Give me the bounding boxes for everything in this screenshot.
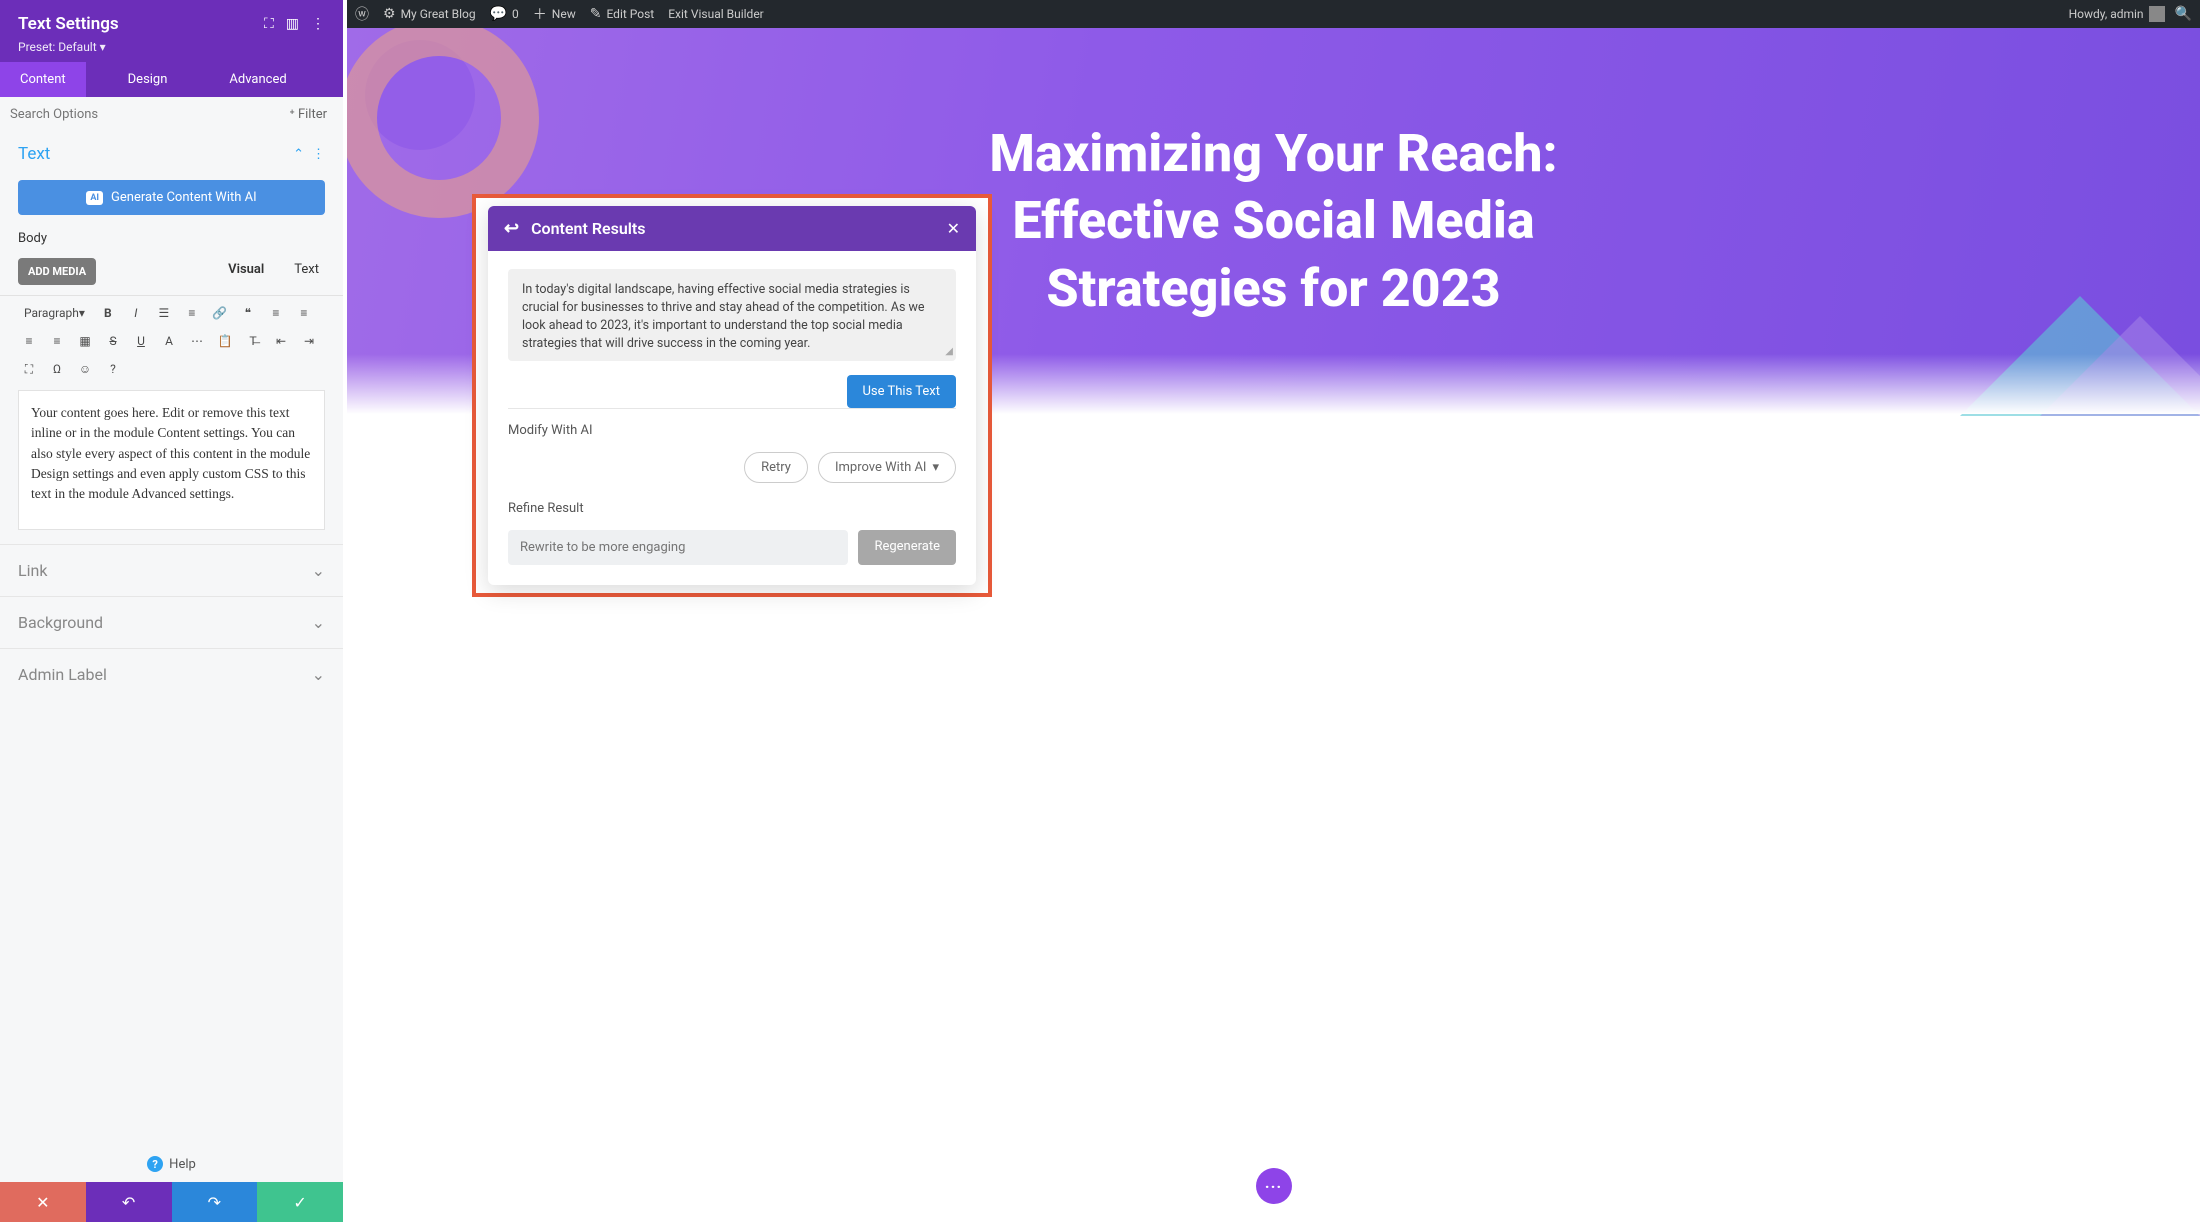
- cancel-button[interactable]: ✕: [0, 1182, 86, 1222]
- clear-format-icon[interactable]: T̶: [242, 330, 264, 352]
- improve-with-ai-button[interactable]: Improve With AI▾: [818, 452, 956, 483]
- panel-header: Text Settings ⛶ ▥ ⋮ Preset: Default ▾: [0, 0, 343, 62]
- save-button[interactable]: ✓: [257, 1182, 343, 1222]
- kebab-icon[interactable]: ⋮: [311, 16, 325, 32]
- accordion-admin-label[interactable]: Admin Label⌄: [0, 648, 343, 700]
- chevron-down-icon: ⌄: [312, 665, 325, 684]
- undo-button[interactable]: ↶: [86, 1182, 172, 1222]
- highlight-frame: ↩ Content Results ✕ In today's digital l…: [472, 194, 992, 597]
- wp-logo[interactable]: ⓦ: [355, 4, 369, 24]
- align-justify-icon[interactable]: ≡: [46, 330, 68, 352]
- section-text-label[interactable]: Text: [18, 144, 50, 164]
- howdy-user[interactable]: Howdy, admin: [2069, 6, 2165, 22]
- number-list-icon[interactable]: ≡: [181, 302, 203, 324]
- link-icon[interactable]: 🔗: [209, 302, 231, 324]
- retry-button[interactable]: Retry: [744, 452, 808, 483]
- avatar: [2149, 6, 2165, 22]
- help-link[interactable]: ?Help: [0, 1146, 343, 1182]
- wp-admin-bar: ⓦ ⚙My Great Blog 💬0 ＋New ✎Edit Post Exit…: [347, 0, 2200, 28]
- panel-tabs: Content Design Advanced: [0, 62, 343, 97]
- italic-icon[interactable]: I: [125, 302, 147, 324]
- exit-visual-builder[interactable]: Exit Visual Builder: [668, 7, 764, 21]
- chevron-down-icon: ⌄: [312, 561, 325, 580]
- hover-icon[interactable]: ⛶: [264, 16, 274, 32]
- edit-post-link[interactable]: ✎Edit Post: [590, 6, 655, 22]
- emoji-icon[interactable]: ☺: [74, 358, 96, 380]
- page-title: Maximizing Your Reach: Effective Social …: [894, 120, 1654, 323]
- page-fab-button[interactable]: ···: [1256, 1168, 1292, 1204]
- site-link[interactable]: ⚙My Great Blog: [383, 6, 476, 22]
- more-icon[interactable]: ⋯: [186, 330, 208, 352]
- content-results-modal: ↩ Content Results ✕ In today's digital l…: [488, 206, 976, 585]
- quote-icon[interactable]: ❝: [237, 302, 259, 324]
- body-label: Body: [0, 227, 343, 250]
- align-center-icon[interactable]: ≡: [293, 302, 315, 324]
- editor-tab-visual[interactable]: Visual: [222, 258, 270, 281]
- text-color-icon[interactable]: A: [158, 330, 180, 352]
- table-icon[interactable]: ▦: [74, 330, 96, 352]
- paste-icon[interactable]: 📋: [214, 330, 236, 352]
- bullet-list-icon[interactable]: ☰: [153, 302, 175, 324]
- close-icon[interactable]: ✕: [947, 219, 960, 238]
- regenerate-button[interactable]: Regenerate: [858, 530, 956, 565]
- special-char-icon[interactable]: Ω: [46, 358, 68, 380]
- search-input[interactable]: [10, 107, 283, 122]
- accordion-link[interactable]: Link⌄: [0, 544, 343, 596]
- underline-icon[interactable]: U: [130, 330, 152, 352]
- refine-input[interactable]: [508, 530, 848, 565]
- decorative-ring: [347, 28, 539, 218]
- ai-badge-icon: AI: [86, 191, 103, 205]
- align-right-icon[interactable]: ≡: [18, 330, 40, 352]
- resize-handle-icon[interactable]: ◢: [945, 345, 953, 360]
- format-select[interactable]: Paragraph ▾: [18, 302, 91, 324]
- preset-selector[interactable]: Preset: Default ▾: [18, 40, 325, 54]
- help-circle-icon: ?: [147, 1156, 163, 1172]
- generated-text-box[interactable]: In today's digital landscape, having eff…: [508, 269, 956, 361]
- bold-icon[interactable]: B: [97, 302, 119, 324]
- responsive-icon[interactable]: ▥: [286, 16, 299, 32]
- new-link[interactable]: ＋New: [533, 4, 576, 24]
- editor-tab-text[interactable]: Text: [288, 258, 325, 281]
- tab-advanced[interactable]: Advanced: [209, 62, 306, 97]
- collapse-icon[interactable]: ⌃: [293, 147, 304, 162]
- add-media-button[interactable]: ADD MEDIA: [18, 258, 96, 285]
- panel-title: Text Settings: [18, 14, 119, 34]
- modal-title: Content Results: [531, 219, 645, 238]
- indent-icon[interactable]: ⇥: [298, 330, 320, 352]
- tab-content[interactable]: Content: [0, 62, 86, 97]
- accordion-background[interactable]: Background⌄: [0, 596, 343, 648]
- redo-button[interactable]: ↷: [172, 1182, 258, 1222]
- chevron-down-icon: ⌄: [312, 613, 325, 632]
- fullscreen-icon[interactable]: ⛶: [18, 358, 40, 380]
- content-editor[interactable]: Your content goes here. Edit or remove t…: [18, 390, 325, 530]
- back-icon[interactable]: ↩: [504, 218, 519, 239]
- generate-ai-button[interactable]: AI Generate Content With AI: [18, 180, 325, 215]
- align-left-icon[interactable]: ≡: [265, 302, 287, 324]
- chevron-down-icon: ▾: [932, 460, 939, 475]
- settings-panel: Text Settings ⛶ ▥ ⋮ Preset: Default ▾ Co…: [0, 0, 343, 1222]
- use-this-text-button[interactable]: Use This Text: [847, 375, 957, 408]
- help-icon[interactable]: ?: [102, 358, 124, 380]
- search-icon[interactable]: 🔍: [2175, 6, 2192, 22]
- filter-button[interactable]: ⁺ Filter: [283, 105, 333, 124]
- outdent-icon[interactable]: ⇤: [270, 330, 292, 352]
- comments-link[interactable]: 💬0: [490, 6, 519, 22]
- strike-icon[interactable]: S: [102, 330, 124, 352]
- editor-toolbar: Paragraph ▾ B I ☰ ≡ 🔗 ❝ ≡ ≡ ≡ ≡ ▦ S U A …: [0, 295, 343, 384]
- modify-label: Modify With AI: [508, 423, 956, 438]
- tab-design[interactable]: Design: [108, 62, 188, 97]
- refine-label: Refine Result: [508, 501, 956, 516]
- section-kebab-icon[interactable]: ⋮: [312, 147, 325, 162]
